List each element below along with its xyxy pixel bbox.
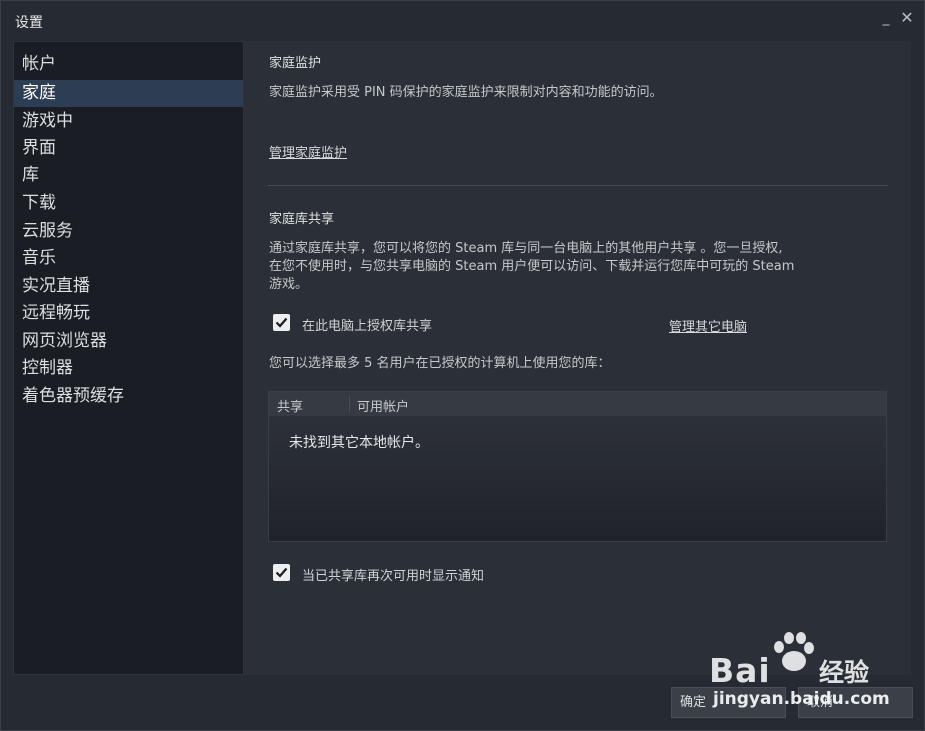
sidebar-item-controller[interactable]: 控制器 xyxy=(14,355,243,382)
sidebar-item-shader-cache[interactable]: 着色器预缓存 xyxy=(14,383,243,410)
table-header: 共享 可用帐户 xyxy=(269,392,886,416)
checkmark-icon xyxy=(275,567,288,578)
library-sharing-description-line2: 在您不使用时，与您共享电脑的 Steam 用户便可以访问、下载并运行您库中可玩的… xyxy=(269,259,795,274)
library-sharing-heading: 家庭库共享 xyxy=(269,212,335,227)
sidebar-item-remote-play[interactable]: 远程畅玩 xyxy=(14,300,243,327)
sidebar-item-downloads[interactable]: 下载 xyxy=(14,190,243,217)
minimize-icon[interactable]: _ xyxy=(877,9,895,27)
sidebar-item-in-game[interactable]: 游戏中 xyxy=(14,108,243,135)
manage-other-computers-link[interactable]: 管理其它电脑 xyxy=(669,316,747,335)
sidebar-item-interface[interactable]: 界面 xyxy=(14,135,243,162)
column-share[interactable]: 共享 xyxy=(277,396,303,415)
sidebar-item-account[interactable]: 帐户 xyxy=(14,51,243,78)
section-divider xyxy=(268,185,888,186)
table-empty-message: 未找到其它本地帐户。 xyxy=(289,435,429,451)
notify-label: 当已共享库再次可用时显示通知 xyxy=(302,569,485,584)
settings-sidebar: 帐户 家庭 游戏中 界面 库 下载 云服务 音乐 实况直播 远程畅玩 网页浏览器… xyxy=(13,41,244,675)
manage-family-view-link[interactable]: 管理家庭监护 xyxy=(269,142,347,161)
cancel-button[interactable]: 取消 xyxy=(798,687,913,718)
column-available-accounts[interactable]: 可用帐户 xyxy=(357,396,409,415)
column-separator xyxy=(349,396,350,412)
window-title: 设置 xyxy=(15,15,43,31)
family-view-heading: 家庭监护 xyxy=(269,56,322,71)
notify-checkbox[interactable] xyxy=(273,564,290,581)
max-users-text: 您可以选择最多 5 名用户在已授权的计算机上使用您的库： xyxy=(269,356,611,371)
family-view-description: 家庭监护采用受 PIN 码保护的家庭监护来限制对内容和功能的访问。 xyxy=(269,85,663,100)
checkmark-icon xyxy=(275,317,288,328)
sidebar-item-web-browser[interactable]: 网页浏览器 xyxy=(14,328,243,355)
sidebar-item-music[interactable]: 音乐 xyxy=(14,245,243,272)
close-icon[interactable]: ✕ xyxy=(898,9,916,27)
ok-button[interactable]: 确定 xyxy=(671,687,786,718)
library-sharing-description-line3: 游戏。 xyxy=(269,277,309,292)
title-bar[interactable]: 设置 _ ✕ xyxy=(1,1,925,41)
shared-accounts-table: 共享 可用帐户 未找到其它本地帐户。 xyxy=(268,391,887,542)
library-sharing-description-line1: 通过家庭库共享，您可以将您的 Steam 库与同一台电脑上的其他用户共享 。您一… xyxy=(269,241,783,256)
sidebar-item-broadcasting[interactable]: 实况直播 xyxy=(14,273,243,300)
settings-window: 设置 _ ✕ 帐户 家庭 游戏中 界面 库 下载 云服务 音乐 实况直播 远程畅… xyxy=(0,0,925,731)
authorize-sharing-label: 在此电脑上授权库共享 xyxy=(302,319,433,334)
sidebar-item-family[interactable]: 家庭 xyxy=(14,80,243,107)
sidebar-item-cloud[interactable]: 云服务 xyxy=(14,218,243,245)
settings-content: 家庭监护 家庭监护采用受 PIN 码保护的家庭监护来限制对内容和功能的访问。 管… xyxy=(244,41,911,675)
authorize-sharing-checkbox[interactable] xyxy=(273,314,290,331)
sidebar-item-library[interactable]: 库 xyxy=(14,162,243,189)
